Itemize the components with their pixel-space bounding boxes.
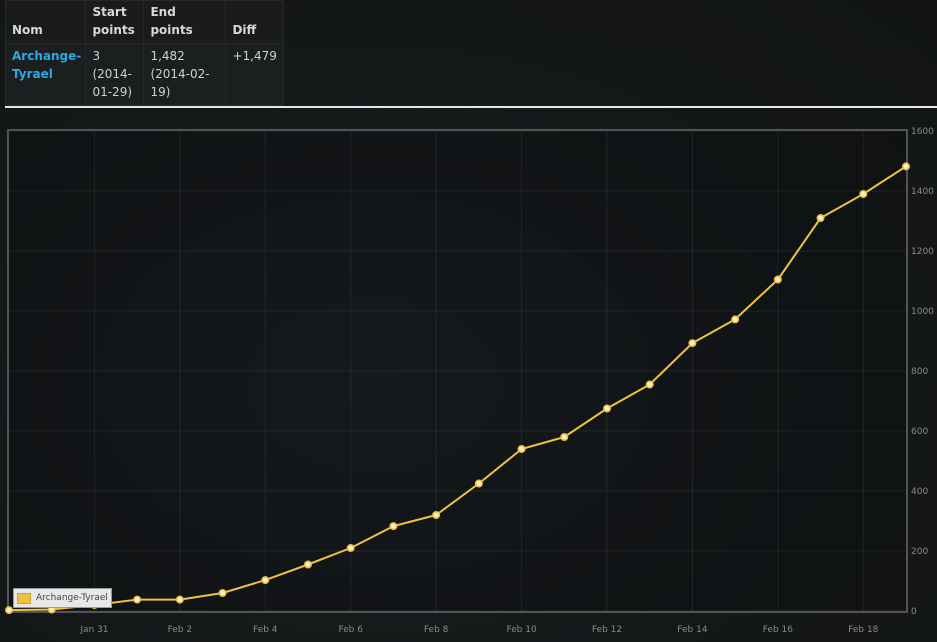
table-row: Archange-Tyrael 3 (2014-01-29) 1,482 (20… [4, 43, 284, 106]
data-point [5, 606, 14, 615]
cell-name: Archange-Tyrael [4, 43, 87, 106]
section-divider [5, 106, 937, 108]
x-tick-label: Feb 4 [253, 625, 278, 635]
data-point [773, 275, 782, 284]
points-line-chart: Jan 31 Feb 2 Feb 4 Feb 6 Feb 8 Feb 10 Feb 12 Fe… [5, 127, 934, 635]
y-tick-label: 800 [911, 367, 928, 377]
data-point [218, 588, 227, 597]
table-header-row: Nom Start points End points Diff [4, 0, 284, 44]
data-point [816, 214, 825, 223]
x-tick-label: Feb 8 [424, 625, 449, 635]
y-tick-label: 600 [911, 427, 928, 437]
data-point [133, 595, 142, 604]
header-end-points: End points [143, 0, 227, 44]
y-tick-label: 400 [911, 487, 928, 497]
y-tick-label: 1600 [911, 127, 934, 137]
legend-swatch [17, 592, 31, 604]
cell-end-points: 1,482 (2014-02-19) [143, 43, 227, 106]
x-tick-label: Feb 14 [677, 625, 708, 635]
data-point [432, 510, 441, 519]
data-point [859, 190, 868, 199]
x-tick-label: Feb 6 [338, 625, 363, 635]
chart-legend: Archange-Tyrael [13, 588, 112, 608]
data-point [303, 560, 312, 569]
x-tick-label: Feb 12 [592, 625, 622, 635]
y-tick-label: 1000 [911, 307, 934, 317]
x-tick-label: Feb 16 [763, 625, 794, 635]
data-point [346, 543, 355, 552]
cell-start-points: 3 (2014-01-29) [85, 43, 145, 106]
x-tick-label: Feb 18 [848, 625, 879, 635]
data-point [731, 315, 740, 324]
page: Nom Start points End points Diff Archang… [0, 0, 937, 642]
header-name: Nom [4, 0, 87, 44]
data-point [261, 576, 270, 585]
data-point [645, 380, 654, 389]
header-diff: Diff [225, 0, 284, 44]
data-point [688, 339, 697, 348]
data-point [175, 595, 184, 604]
x-tick-label: Jan 31 [79, 625, 108, 635]
data-point [901, 162, 910, 171]
y-tick-label: 200 [911, 547, 928, 557]
stats-table: Nom Start points End points Diff Archang… [4, 0, 284, 106]
y-tick-label: 0 [911, 607, 917, 617]
cell-diff: +1,479 [225, 43, 284, 106]
legend-label: Archange-Tyrael [36, 593, 108, 603]
x-tick-label: Feb 2 [168, 625, 193, 635]
data-point [517, 444, 526, 453]
data-point [474, 479, 483, 488]
y-tick-label: 1400 [911, 187, 934, 197]
data-point [389, 522, 398, 531]
data-point [602, 404, 611, 413]
x-tick-label: Feb 10 [506, 625, 537, 635]
y-tick-label: 1200 [911, 247, 934, 257]
player-link[interactable]: Archange-Tyrael [12, 49, 81, 81]
header-start-points: Start points [85, 0, 145, 44]
data-point [560, 432, 569, 441]
